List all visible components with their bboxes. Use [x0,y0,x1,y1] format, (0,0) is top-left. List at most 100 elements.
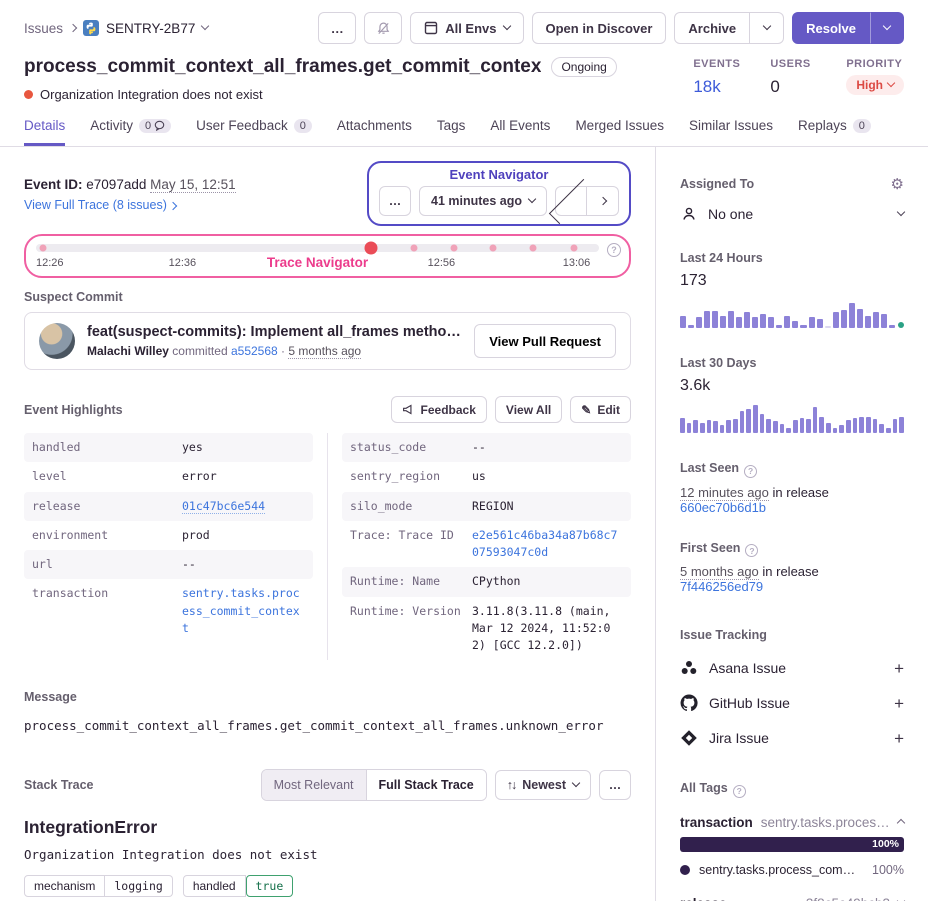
view-pull-request-button[interactable]: View Pull Request [474,324,616,358]
last-seen-help-icon[interactable]: ? [744,465,757,478]
trace-event-dot[interactable] [39,245,46,252]
chart-bar [813,407,818,433]
chart-bar [736,317,742,328]
previous-event-button[interactable] [555,186,587,216]
tag-group-header[interactable]: release3f8c5c49bcb3 [680,896,904,901]
trace-event-dot[interactable] [529,245,536,252]
all-tags-help-icon[interactable]: ? [733,785,746,798]
highlight-key: url [32,556,182,573]
add-asana-issue-button[interactable]: + [894,660,904,677]
priority-badge[interactable]: High [846,75,904,95]
chart-bar [866,417,871,433]
sort-newest-dropdown[interactable]: ↑↓Newest [495,770,591,800]
highlight-value: yes [182,439,305,456]
add-jira-issue-button[interactable]: + [894,730,904,747]
highlight-value[interactable]: e2e561c46ba34a87b68c707593047c0d [472,527,623,562]
add-github-issue-button[interactable]: + [894,695,904,712]
tag-group-header[interactable]: transactionsentry.tasks.process_com… [680,815,904,830]
highlight-key: sentry_region [350,468,472,485]
trace-event-dot[interactable] [411,245,418,252]
chart-bar [873,312,879,329]
highlight-key: silo_mode [350,498,472,515]
tab-badge: 0 [294,119,312,133]
trace-event-dot[interactable] [490,245,497,252]
environment-selector-button[interactable]: All Envs [410,12,523,44]
resolve-dropdown-button[interactable] [870,12,904,44]
first-seen-release-link[interactable]: 7f446256ed79 [680,579,763,594]
tab-label: Activity [90,118,133,133]
more-options-button[interactable]: … [318,12,356,44]
first-seen-help-icon[interactable]: ? [745,544,758,557]
issue-sidebar: Assigned To ⚙ No one Last 24 Hours 173 L… [655,147,928,901]
highlight-value[interactable]: sentry.tasks.process_commit_context [182,585,305,637]
tag-distribution-list: transactionsentry.tasks.process_com…100%… [680,815,904,901]
commit-sha-link[interactable]: a552568 [231,344,278,358]
tag-breakdown-value: sentry.tasks.process_commit_context [699,863,863,877]
live-marker-dot [898,322,904,328]
event-timestamp[interactable]: May 15, 12:51 [150,177,236,193]
breadcrumb-issues-link[interactable]: Issues [24,21,63,36]
chart-bar [696,317,702,328]
issue-dropdown-chevron-icon[interactable] [201,22,209,30]
chart-bar [776,325,782,328]
stat-value[interactable]: 18k [693,77,740,97]
trace-event-dot[interactable] [450,245,457,252]
trace-timeline-track[interactable] [36,244,599,252]
breadcrumb-issue-id[interactable]: SENTRY-2B77 [106,21,195,36]
assignment-settings-gear-icon[interactable]: ⚙ [891,175,904,193]
chart-bar [800,325,806,328]
feedback-button[interactable]: Feedback [391,396,487,423]
segment-full-stack-trace[interactable]: Full Stack Trace [366,770,486,800]
event-age-dropdown[interactable]: 41 minutes ago [419,186,547,216]
highlight-row-url: url-- [24,550,313,579]
tag-expand-chevron-icon[interactable] [897,819,905,827]
chart-bar [817,319,823,328]
tag-expand-chevron-icon[interactable] [897,897,905,901]
tab-all-events[interactable]: All Events [490,118,550,146]
chart-bar [704,311,710,328]
commit-age[interactable]: 5 months ago [288,344,361,359]
toolbar: … All Envs Open in Discover Archive Reso… [318,12,904,44]
highlight-row-trace-trace-id: Trace: Trace IDe2e561c46ba34a87b68c70759… [342,521,631,568]
chart-bar [746,409,751,433]
view-full-trace-link[interactable]: View Full Trace (8 issues) [24,198,176,212]
archive-dropdown-button[interactable] [750,12,784,44]
tab-merged-issues[interactable]: Merged Issues [575,118,664,146]
event-navigator: Event Navigator … 41 minutes ago [367,161,631,226]
chart-bar [899,417,904,433]
tab-tags[interactable]: Tags [437,118,466,146]
tracking-item-label: Jira Issue [709,730,769,746]
archive-button[interactable]: Archive [674,12,750,44]
trace-event-dot[interactable] [571,245,578,252]
suspect-commit-heading: Suspect Commit [24,290,631,304]
tab-details[interactable]: Details [24,118,65,146]
chart-bar [865,316,871,328]
tag-name: release [680,896,727,901]
commit-author: Malachi Willey [87,344,169,358]
current-event-dot[interactable] [364,242,377,255]
mute-button[interactable] [364,12,402,44]
event-navigator-more-button[interactable]: … [379,186,411,216]
trace-help-icon[interactable]: ? [607,243,621,257]
tab-user-feedback[interactable]: User Feedback 0 [196,118,312,146]
edit-highlights-button[interactable]: ✎Edit [570,396,631,423]
segment-most-relevant[interactable]: Most Relevant [262,770,366,800]
tab-replays[interactable]: Replays0 [798,118,871,146]
tab-similar-issues[interactable]: Similar Issues [689,118,773,146]
tab-activity[interactable]: Activity0 [90,118,171,146]
open-in-discover-button[interactable]: Open in Discover [532,12,667,44]
highlight-row-runtime-name: Runtime: NameCPython [342,567,631,596]
chart-bar [768,317,774,328]
tab-attachments[interactable]: Attachments [337,118,412,146]
tag-name: transaction [680,815,753,830]
highlight-value[interactable]: 01c47bc6e544 [182,498,305,515]
assignee-selector[interactable]: No one [680,205,904,223]
tag-group-release: release3f8c5c49bcb3 [680,896,904,901]
last-seen-release-link[interactable]: 660ec70b6d1b [680,500,766,515]
view-all-button[interactable]: View All [495,396,562,423]
last-24-hours-chart [680,298,904,328]
stack-more-button[interactable]: … [599,770,631,800]
tab-label: User Feedback [196,118,288,133]
highlight-key: Runtime: Version [350,603,472,655]
resolve-button[interactable]: Resolve [792,12,870,44]
